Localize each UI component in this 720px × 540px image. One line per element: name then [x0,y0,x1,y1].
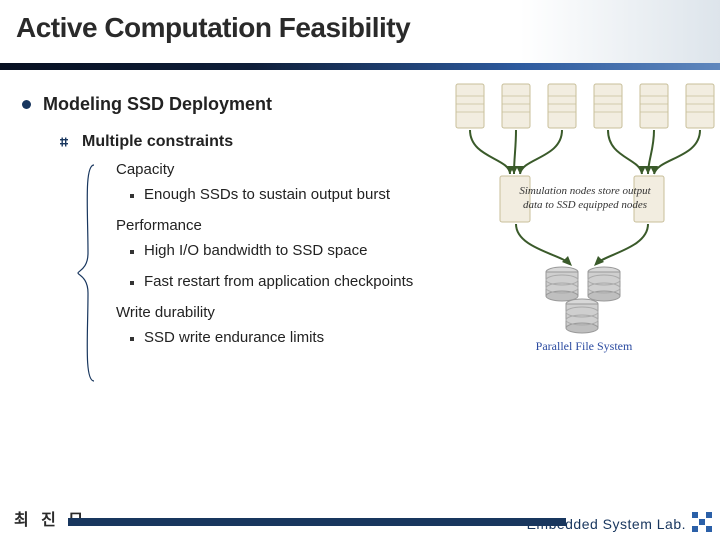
heading-l1: Modeling SSD Deployment [43,94,272,115]
diagram-caption-1: Simulation nodes store output [519,185,651,197]
square-bullet-icon [130,337,134,341]
square-bullet-icon [130,250,134,254]
brace-icon [76,163,96,383]
durability-item-1: SSD write endurance limits [144,329,324,346]
title-underline [0,63,720,70]
square-bullet-icon [130,194,134,198]
square-bullet-icon [130,281,134,285]
bullet-level1-icon [22,100,31,109]
performance-item-2: Fast restart from application checkpoint… [144,273,413,290]
heading-l2: Multiple constraints [82,133,233,151]
performance-item-1: High I/O bandwidth to SSD space [144,242,367,259]
lab-logo-icon [690,510,714,534]
footer-bar [68,518,566,526]
capacity-item-1: Enough SSDs to sustain output burst [144,186,390,203]
diagram-caption-2: data to SSD equipped nodes [523,199,647,211]
pound-bullet-icon [58,136,70,148]
architecture-diagram: Simulation nodes store output data to SS… [440,78,720,358]
lab-name: Embedded System Lab. [527,516,686,532]
diagram-pfs-label: Parallel File System [536,339,633,353]
